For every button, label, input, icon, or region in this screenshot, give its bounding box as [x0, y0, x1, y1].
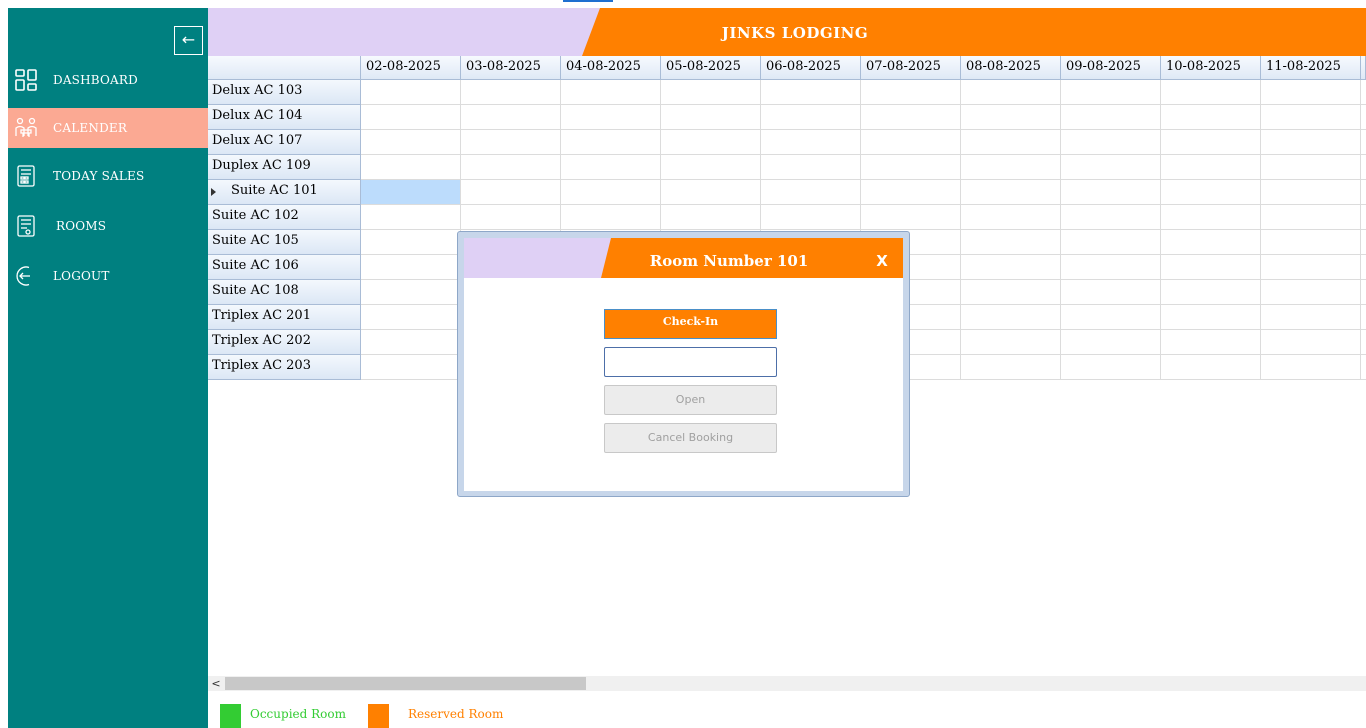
cancel-booking-button[interactable]: Cancel Booking: [604, 423, 777, 453]
nav-item-logout[interactable]: LOGOUT: [8, 256, 208, 296]
occupied-room-label: Occupied Room: [250, 707, 346, 721]
room-row-header[interactable]: Triplex AC 201: [208, 305, 361, 330]
app-title: JINKS LODGING: [721, 24, 869, 42]
nav-label-logout: LOGOUT: [53, 269, 110, 283]
nav-item-dashboard[interactable]: DASHBOARD: [8, 60, 208, 100]
sidebar: ← DASHBOARD CALENDER TODAY SALES ROOMS L…: [8, 8, 208, 728]
date-column-header[interactable]: 07-08-2025: [861, 56, 961, 80]
rooms-icon: [17, 215, 35, 237]
scroll-left-icon[interactable]: <: [210, 676, 222, 691]
logout-icon: [16, 266, 30, 286]
calendar-icon: [15, 117, 37, 137]
room-row-header[interactable]: Suite AC 105: [208, 230, 361, 255]
room-row-label: Suite AC 101: [231, 183, 318, 198]
date-column-header[interactable]: 08-08-2025: [961, 56, 1061, 80]
open-button[interactable]: Open: [604, 385, 777, 415]
nav-item-rooms[interactable]: ROOMS: [8, 206, 208, 246]
date-column-header[interactable]: 09-08-2025: [1061, 56, 1161, 80]
check-in-button[interactable]: Check-In: [604, 309, 777, 339]
current-row-indicator-icon: [211, 188, 216, 196]
reserved-room-label: Reserved Room: [408, 707, 504, 721]
room-row-header[interactable]: Delux AC 103: [208, 80, 361, 105]
room-row-header[interactable]: Suite AC 102: [208, 205, 361, 230]
date-column-header[interactable]: 03-08-2025: [461, 56, 561, 80]
room-row-header[interactable]: Duplex AC 109: [208, 155, 361, 180]
app-header: JINKS LODGING: [208, 8, 1366, 56]
scrollbar-thumb[interactable]: [225, 677, 586, 690]
date-column-header[interactable]: 06-08-2025: [761, 56, 861, 80]
nav-label-rooms: ROOMS: [56, 219, 107, 233]
nav-label-today-sales: TODAY SALES: [53, 169, 145, 183]
selected-cell[interactable]: [361, 180, 460, 204]
occupied-room-swatch: [220, 704, 241, 728]
close-dialog-button[interactable]: X: [872, 252, 892, 274]
room-row-header[interactable]: Delux AC 104: [208, 105, 361, 130]
date-column-header-partial: [1361, 56, 1366, 80]
room-row-header[interactable]: Suite AC 108: [208, 280, 361, 305]
sales-icon: [17, 165, 35, 187]
dialog-title: Room Number 101: [649, 252, 809, 270]
nav-item-today-sales[interactable]: TODAY SALES: [8, 156, 208, 196]
room-input[interactable]: [604, 347, 777, 377]
room-row-header[interactable]: Triplex AC 202: [208, 330, 361, 355]
grid-corner: [208, 56, 361, 80]
nav-label-dashboard: DASHBOARD: [53, 73, 138, 87]
room-row-header[interactable]: Delux AC 107: [208, 130, 361, 155]
reserved-room-swatch: [368, 704, 389, 728]
room-row-header[interactable]: Suite AC 106: [208, 255, 361, 280]
date-column-header[interactable]: 04-08-2025: [561, 56, 661, 80]
room-row-header[interactable]: Triplex AC 203: [208, 355, 361, 380]
date-column-header[interactable]: 11-08-2025: [1261, 56, 1361, 80]
top-strip: [0, 0, 1366, 8]
date-column-header[interactable]: 05-08-2025: [661, 56, 761, 80]
nav-label-calender: CALENDER: [53, 121, 128, 135]
dashboard-icon: [15, 69, 37, 91]
collapse-sidebar-button[interactable]: ←: [174, 26, 203, 55]
top-accent: [563, 0, 613, 2]
room-dialog-body: Room Number 101 X Check-In Open Cancel B…: [464, 238, 903, 491]
date-column-header[interactable]: 02-08-2025: [361, 56, 461, 80]
nav-item-calender[interactable]: CALENDER: [8, 108, 208, 148]
room-row-header-current[interactable]: Suite AC 101: [208, 180, 361, 205]
room-dialog: Room Number 101 X Check-In Open Cancel B…: [457, 231, 910, 497]
date-column-header[interactable]: 10-08-2025: [1161, 56, 1261, 80]
horizontal-scrollbar[interactable]: <: [208, 676, 1366, 691]
